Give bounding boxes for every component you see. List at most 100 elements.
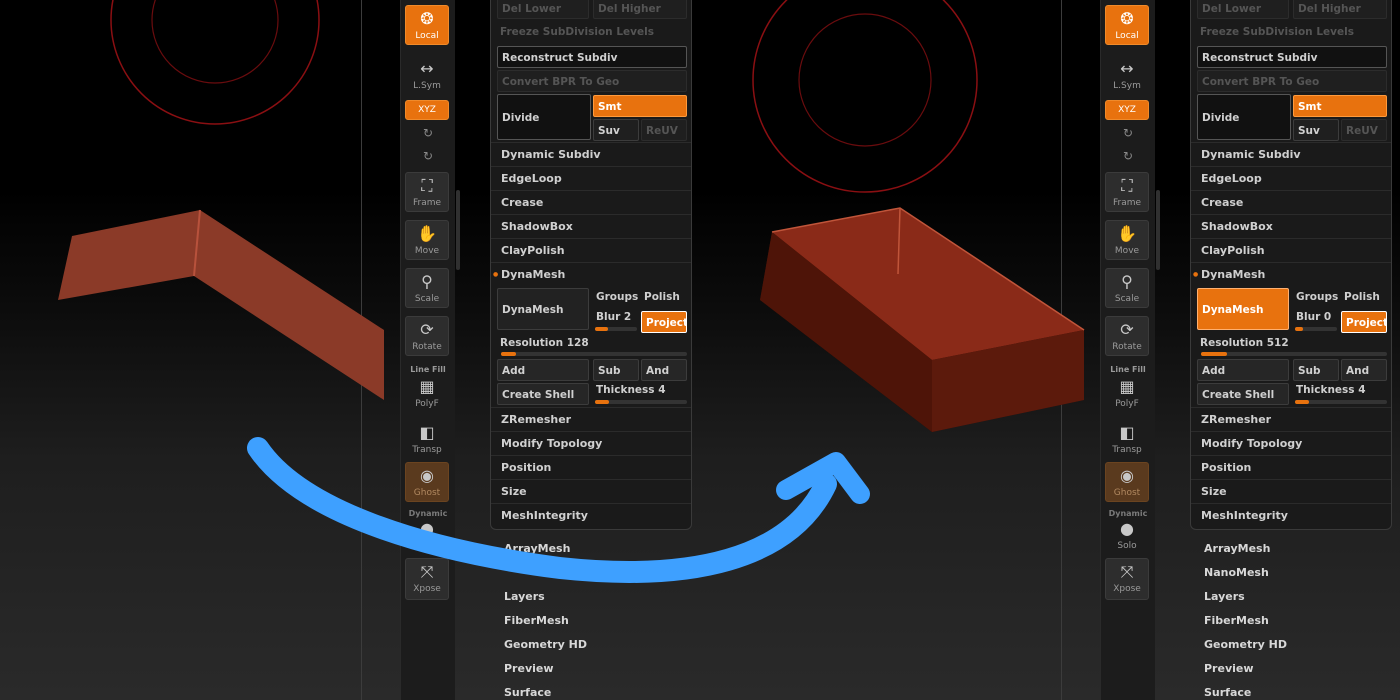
shadowbox-item[interactable]: ShadowBox — [491, 214, 691, 238]
surface-item[interactable]: Surface — [504, 686, 551, 699]
preview-item[interactable]: Preview — [504, 662, 554, 675]
meshintegrity-item[interactable]: MeshIntegrity — [1191, 503, 1391, 527]
and-button[interactable]: And — [1341, 359, 1387, 381]
geometry-hd-item[interactable]: Geometry HD — [1204, 638, 1287, 651]
move-button[interactable]: ✋ Move — [1105, 220, 1149, 260]
del-lower-button[interactable]: Del Lower — [497, 0, 589, 19]
rotate-button[interactable]: ⟳ Rotate — [1105, 316, 1149, 356]
move-button[interactable]: ✋ Move — [405, 220, 449, 260]
rotate-z-icon[interactable]: ↻ — [1101, 149, 1155, 163]
crease-item[interactable]: Crease — [491, 190, 691, 214]
reconstruct-subdiv-button[interactable]: Reconstruct Subdiv — [1197, 46, 1387, 68]
local-button[interactable]: ❂ Local — [405, 5, 449, 45]
shelf-collapse-handle[interactable] — [1156, 190, 1160, 270]
claypolish-item[interactable]: ClayPolish — [491, 238, 691, 262]
resolution-slider-label[interactable]: Resolution 512 — [1200, 337, 1289, 349]
reconstruct-subdiv-button[interactable]: Reconstruct Subdiv — [497, 46, 687, 68]
blur-slider-label[interactable]: Blur 0 — [1296, 311, 1331, 323]
scale-button[interactable]: ⚲ Scale — [1105, 268, 1149, 308]
rotate-button[interactable]: ⟳ Rotate — [405, 316, 449, 356]
nanomesh-item[interactable]: NanoMesh — [1204, 566, 1269, 579]
create-shell-button[interactable]: Create Shell — [497, 383, 589, 405]
polyf-button[interactable]: ▦ PolyF — [405, 374, 449, 414]
reuv-button[interactable]: ReUV — [641, 119, 687, 141]
zremesher-item[interactable]: ZRemesher — [491, 407, 691, 431]
arraymesh-item[interactable]: ArrayMesh — [504, 542, 570, 555]
edgeloop-item[interactable]: EdgeLoop — [1191, 166, 1391, 190]
thickness-slider-label[interactable]: Thickness 4 — [1296, 384, 1366, 396]
layers-item[interactable]: Layers — [504, 590, 545, 603]
resolution-slider[interactable] — [501, 352, 687, 356]
frame-button[interactable]: ⛶ Frame — [1105, 172, 1149, 212]
xyz-button[interactable]: XYZ — [1105, 100, 1149, 120]
size-item[interactable]: Size — [491, 479, 691, 503]
blur-slider[interactable] — [1295, 327, 1337, 331]
arraymesh-item[interactable]: ArrayMesh — [1204, 542, 1270, 555]
add-button[interactable]: Add — [1197, 359, 1289, 381]
create-shell-button[interactable]: Create Shell — [1197, 383, 1289, 405]
thickness-slider[interactable] — [595, 400, 687, 404]
smt-toggle[interactable]: Smt — [593, 95, 687, 117]
fibermesh-item[interactable]: FiberMesh — [1204, 614, 1269, 627]
claypolish-item[interactable]: ClayPolish — [1191, 238, 1391, 262]
reuv-button[interactable]: ReUV — [1341, 119, 1387, 141]
and-button[interactable]: And — [641, 359, 687, 381]
rotate-z-icon[interactable]: ↻ — [401, 149, 455, 163]
project-toggle[interactable]: Project — [641, 311, 687, 333]
convert-bpr-button[interactable]: Convert BPR To Geo — [1197, 70, 1387, 92]
divide-button[interactable]: Divide — [1197, 94, 1291, 140]
groups-toggle[interactable]: Groups — [1296, 291, 1338, 303]
suv-toggle[interactable]: Suv — [593, 119, 639, 141]
xpose-button[interactable]: ⤧ Xpose — [405, 558, 449, 600]
freeze-subdivision-button[interactable]: Freeze SubDivision Levels — [1200, 26, 1354, 38]
suv-toggle[interactable]: Suv — [1293, 119, 1339, 141]
dynamesh-section-header[interactable]: DynaMesh — [491, 262, 691, 287]
ghost-button[interactable]: ◉ Ghost — [1105, 462, 1149, 502]
surface-item[interactable]: Surface — [1204, 686, 1251, 699]
dynamesh-button[interactable]: DynaMesh — [1197, 288, 1289, 330]
fibermesh-item[interactable]: FiberMesh — [504, 614, 569, 627]
position-item[interactable]: Position — [1191, 455, 1391, 479]
blur-slider-label[interactable]: Blur 2 — [596, 311, 631, 323]
lsym-button[interactable]: ↔ L.Sym — [1105, 56, 1149, 92]
add-button[interactable]: Add — [497, 359, 589, 381]
edgeloop-item[interactable]: EdgeLoop — [491, 166, 691, 190]
transp-button[interactable]: ◧ Transp — [405, 420, 449, 460]
dynamic-subdiv-item[interactable]: Dynamic Subdiv — [1191, 142, 1391, 166]
solo-button[interactable]: ● Solo — [405, 516, 449, 556]
layers-item[interactable]: Layers — [1204, 590, 1245, 603]
position-item[interactable]: Position — [491, 455, 691, 479]
meshintegrity-item[interactable]: MeshIntegrity — [491, 503, 691, 527]
solo-button[interactable]: ● Solo — [1105, 516, 1149, 556]
lsym-button[interactable]: ↔ L.Sym — [405, 56, 449, 92]
resolution-slider[interactable] — [1201, 352, 1387, 356]
ghost-button[interactable]: ◉ Ghost — [405, 462, 449, 502]
size-item[interactable]: Size — [1191, 479, 1391, 503]
scale-button[interactable]: ⚲ Scale — [405, 268, 449, 308]
blur-slider[interactable] — [595, 327, 637, 331]
shelf-collapse-handle[interactable] — [456, 190, 460, 270]
freeze-subdivision-button[interactable]: Freeze SubDivision Levels — [500, 26, 654, 38]
preview-item[interactable]: Preview — [1204, 662, 1254, 675]
transp-button[interactable]: ◧ Transp — [1105, 420, 1149, 460]
dynamesh-section-header[interactable]: DynaMesh — [1191, 262, 1391, 287]
modify-topology-item[interactable]: Modify Topology — [1191, 431, 1391, 455]
shadowbox-item[interactable]: ShadowBox — [1191, 214, 1391, 238]
modify-topology-item[interactable]: Modify Topology — [491, 431, 691, 455]
polish-toggle[interactable]: Polish — [1344, 291, 1380, 303]
rotate-y-icon[interactable]: ↻ — [401, 126, 455, 140]
xpose-button[interactable]: ⤧ Xpose — [1105, 558, 1149, 600]
groups-toggle[interactable]: Groups — [596, 291, 638, 303]
dynamesh-button[interactable]: DynaMesh — [497, 288, 589, 330]
local-button[interactable]: ❂ Local — [1105, 5, 1149, 45]
geometry-hd-item[interactable]: Geometry HD — [504, 638, 587, 651]
thickness-slider-label[interactable]: Thickness 4 — [596, 384, 666, 396]
thickness-slider[interactable] — [1295, 400, 1387, 404]
polyf-button[interactable]: ▦ PolyF — [1105, 374, 1149, 414]
del-higher-button[interactable]: Del Higher — [593, 0, 687, 19]
smt-toggle[interactable]: Smt — [1293, 95, 1387, 117]
frame-button[interactable]: ⛶ Frame — [405, 172, 449, 212]
divide-button[interactable]: Divide — [497, 94, 591, 140]
xyz-button[interactable]: XYZ — [405, 100, 449, 120]
convert-bpr-button[interactable]: Convert BPR To Geo — [497, 70, 687, 92]
